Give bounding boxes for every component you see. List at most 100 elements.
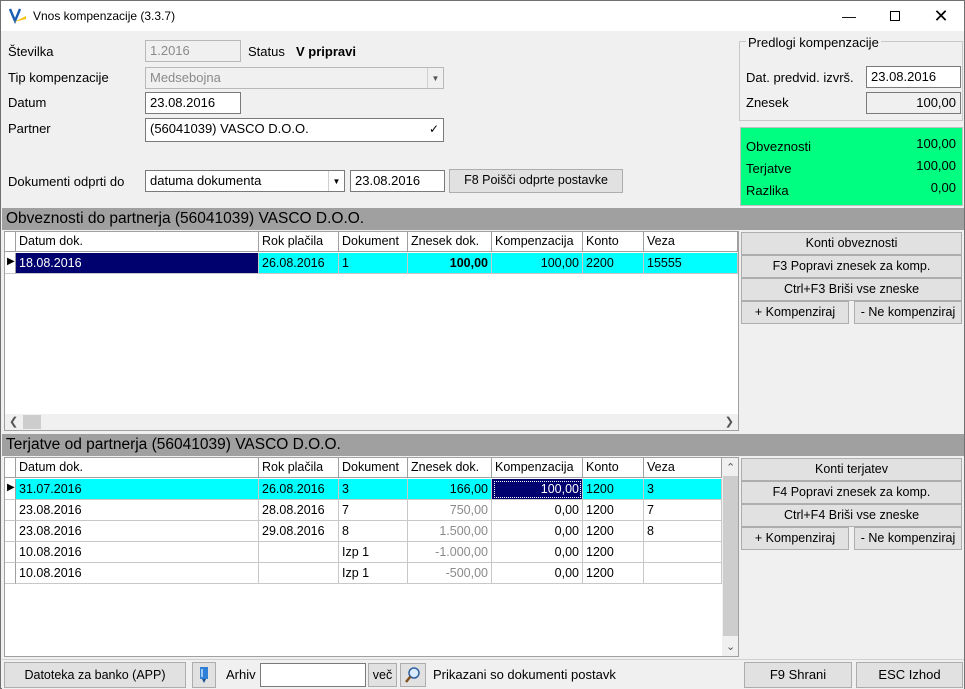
cell-kompenzacija[interactable]: 0,00 xyxy=(492,500,583,521)
chevron-down-icon: ▼ xyxy=(427,68,443,88)
close-button[interactable]: ✕ xyxy=(918,1,964,31)
arhiv-field[interactable] xyxy=(260,663,366,687)
dokumenti-date-field[interactable]: 23.08.2016 xyxy=(350,170,445,192)
cell-veza[interactable]: 3 xyxy=(644,479,722,500)
cell-rok[interactable]: 28.08.2016 xyxy=(259,500,339,521)
scroll-down-icon[interactable]: ⌄ xyxy=(726,640,735,653)
col-datum-dok[interactable]: Datum dok. xyxy=(16,458,259,478)
cell-datum[interactable]: 31.07.2016 xyxy=(16,479,259,500)
cell-dokument[interactable]: 8 xyxy=(339,521,408,542)
cell-konto[interactable]: 1200 xyxy=(583,521,644,542)
search-button[interactable] xyxy=(400,663,426,687)
col-rok-placila[interactable]: Rok plačila xyxy=(259,458,339,478)
cell-rok[interactable]: 26.08.2016 xyxy=(259,253,339,274)
col-rok-placila[interactable]: Rok plačila xyxy=(259,232,339,252)
cell-dokument[interactable]: 7 xyxy=(339,500,408,521)
popravi-obveznosti-button[interactable]: F3 Popravi znesek za komp. xyxy=(741,255,962,278)
exit-button[interactable]: ESC Izhod xyxy=(856,662,963,688)
cell-veza[interactable] xyxy=(644,542,722,563)
col-znesek-dok[interactable]: Znesek dok. xyxy=(408,232,492,252)
scroll-left-icon[interactable]: ❮ xyxy=(9,415,18,428)
cell-konto[interactable]: 1200 xyxy=(583,500,644,521)
find-open-items-button[interactable]: F8 Poišči odprte postavke xyxy=(449,169,623,193)
table-row[interactable]: ▶ 31.07.2016 26.08.2016 3 166,00 100,00 … xyxy=(5,479,722,500)
cell-veza[interactable]: 8 xyxy=(644,521,722,542)
datoteka-za-banko-button[interactable]: Datoteka za banko (APP) xyxy=(4,662,186,688)
cell-veza[interactable] xyxy=(644,563,722,584)
obveznosti-grid[interactable]: Datum dok. Rok plačila Dokument Znesek d… xyxy=(4,231,739,431)
dat-predvid-field[interactable]: 23.08.2016 xyxy=(866,66,961,88)
ne-kompenziraj-obveznosti-button[interactable]: - Ne kompenziraj xyxy=(854,301,962,324)
cell-rok[interactable]: 29.08.2016 xyxy=(259,521,339,542)
datum-field[interactable]: 23.08.2016 xyxy=(145,92,241,114)
cell-kompenzacija[interactable]: 100,00 xyxy=(492,253,583,274)
scroll-up-icon[interactable]: ⌃ xyxy=(726,461,735,474)
cell-rok[interactable]: 26.08.2016 xyxy=(259,479,339,500)
cell-dokument[interactable]: Izp 1 xyxy=(339,542,408,563)
brisi-obveznosti-button[interactable]: Ctrl+F3 Briši vse zneske xyxy=(741,278,962,301)
col-konto[interactable]: Konto xyxy=(583,232,644,252)
maximize-button[interactable] xyxy=(872,1,918,31)
konti-terjatev-button[interactable]: Konti terjatev xyxy=(741,458,962,481)
cell-znesek[interactable]: 166,00 xyxy=(408,479,492,500)
scroll-right-icon[interactable]: ❯ xyxy=(725,415,734,428)
partner-field[interactable]: (56041039) VASCO D.O.O. ✓ xyxy=(145,118,444,142)
cell-konto[interactable]: 1200 xyxy=(583,542,644,563)
cell-veza[interactable]: 7 xyxy=(644,500,722,521)
cell-znesek[interactable]: -1.000,00 xyxy=(408,542,492,563)
cell-kompenzacija[interactable]: 0,00 xyxy=(492,542,583,563)
kompenziraj-terjatve-button[interactable]: + Kompenziraj xyxy=(741,527,849,550)
cell-konto[interactable]: 2200 xyxy=(583,253,644,274)
col-veza[interactable]: Veza xyxy=(644,232,738,252)
cell-rok[interactable] xyxy=(259,563,339,584)
terjatve-grid[interactable]: Datum dok. Rok plačila Dokument Znesek d… xyxy=(4,457,739,657)
vec-button[interactable]: več xyxy=(368,663,397,687)
cell-znesek[interactable]: 100,00 xyxy=(408,253,492,274)
ne-kompenziraj-terjatve-button[interactable]: - Ne kompenziraj xyxy=(854,527,962,550)
cell-datum[interactable]: 23.08.2016 xyxy=(16,521,259,542)
col-dokument[interactable]: Dokument xyxy=(339,458,408,478)
cell-veza[interactable]: 15555 xyxy=(644,253,738,274)
cell-znesek[interactable]: -500,00 xyxy=(408,563,492,584)
cell-kompenzacija[interactable]: 100,00 xyxy=(492,479,583,500)
cell-dokument[interactable]: 3 xyxy=(339,479,408,500)
minimize-button[interactable]: — xyxy=(826,1,872,31)
checkmark-icon[interactable]: ✓ xyxy=(429,122,439,136)
col-konto[interactable]: Konto xyxy=(583,458,644,478)
table-row[interactable]: ▶ 18.08.2016 26.08.2016 1 100,00 100,00 … xyxy=(5,253,738,274)
cell-konto[interactable]: 1200 xyxy=(583,479,644,500)
cell-datum[interactable]: 10.08.2016 xyxy=(16,542,259,563)
cell-datum[interactable]: 23.08.2016 xyxy=(16,500,259,521)
terjatve-vscrollbar[interactable]: ⌃ ⌄ xyxy=(722,458,738,656)
obveznosti-hscrollbar[interactable]: ❮ ❯ xyxy=(5,414,738,430)
dokumenti-odprti-select[interactable]: datuma dokumenta ▼ xyxy=(145,170,345,192)
table-row[interactable]: 10.08.2016 Izp 1 -1.000,00 0,00 1200 xyxy=(5,542,722,563)
table-row[interactable]: 23.08.2016 28.08.2016 7 750,00 0,00 1200… xyxy=(5,500,722,521)
col-veza[interactable]: Veza xyxy=(644,458,722,478)
cell-znesek[interactable]: 1.500,00 xyxy=(408,521,492,542)
cell-kompenzacija[interactable]: 0,00 xyxy=(492,563,583,584)
cell-znesek[interactable]: 750,00 xyxy=(408,500,492,521)
cell-rok[interactable] xyxy=(259,542,339,563)
kompenziraj-obveznosti-button[interactable]: + Kompenziraj xyxy=(741,301,849,324)
bookmark-button[interactable] xyxy=(192,662,216,688)
cell-kompenzacija[interactable]: 0,00 xyxy=(492,521,583,542)
col-znesek-dok[interactable]: Znesek dok. xyxy=(408,458,492,478)
cell-konto[interactable]: 1200 xyxy=(583,563,644,584)
col-kompenzacija[interactable]: Kompenzacija xyxy=(492,458,583,478)
konti-obveznosti-button[interactable]: Konti obveznosti xyxy=(741,232,962,255)
table-row[interactable]: 10.08.2016 Izp 1 -500,00 0,00 1200 xyxy=(5,563,722,584)
scroll-thumb[interactable] xyxy=(723,476,738,636)
save-button[interactable]: F9 Shrani xyxy=(744,662,852,688)
cell-datum[interactable]: 18.08.2016 xyxy=(16,253,259,274)
col-dokument[interactable]: Dokument xyxy=(339,232,408,252)
cell-dokument[interactable]: Izp 1 xyxy=(339,563,408,584)
brisi-terjatve-button[interactable]: Ctrl+F4 Briši vse zneske xyxy=(741,504,962,527)
popravi-terjatve-button[interactable]: F4 Popravi znesek za komp. xyxy=(741,481,962,504)
cell-dokument[interactable]: 1 xyxy=(339,253,408,274)
cell-datum[interactable]: 10.08.2016 xyxy=(16,563,259,584)
table-row[interactable]: 23.08.2016 29.08.2016 8 1.500,00 0,00 12… xyxy=(5,521,722,542)
col-datum-dok[interactable]: Datum dok. xyxy=(16,232,259,252)
scroll-thumb[interactable] xyxy=(23,415,41,429)
col-kompenzacija[interactable]: Kompenzacija xyxy=(492,232,583,252)
